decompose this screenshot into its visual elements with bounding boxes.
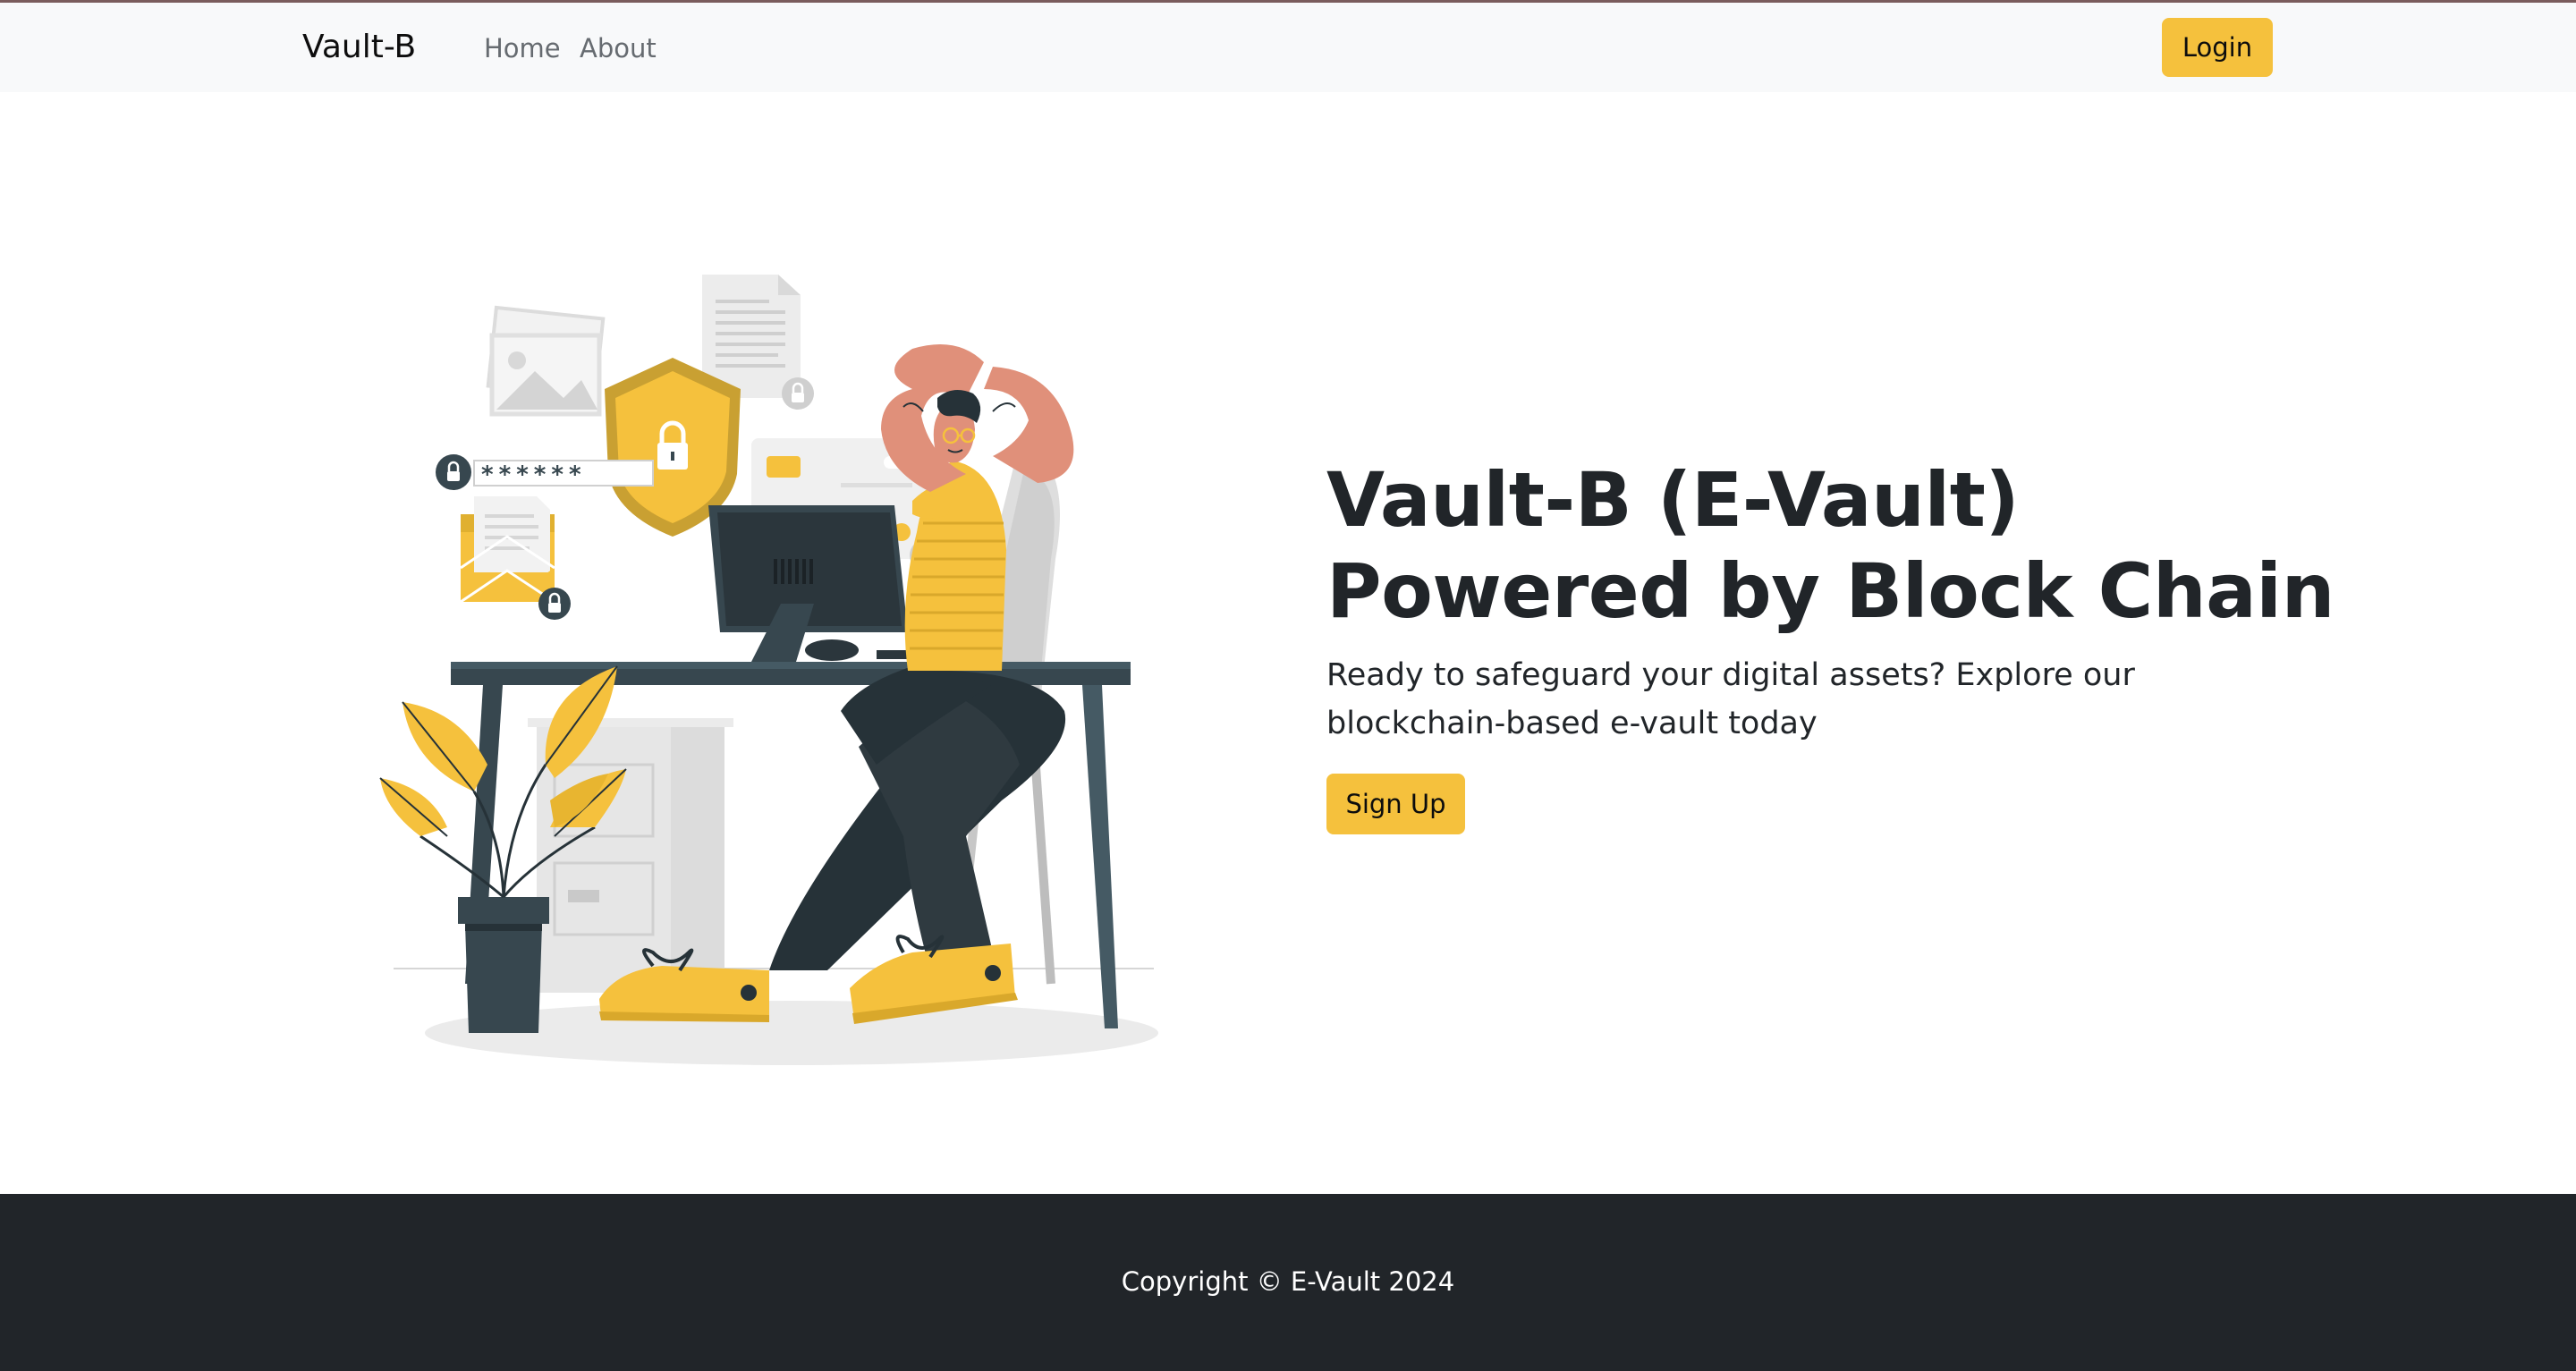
password-mask-text: ****** <box>481 461 587 488</box>
hero-title: Vault-B (E-Vault) Powered by Block Chain <box>1326 456 2334 635</box>
security-workspace-illustration: ****** <box>379 275 1158 1065</box>
login-button[interactable]: Login <box>2162 18 2273 77</box>
brand-logo-link[interactable]: Vault-B <box>302 28 416 67</box>
envelope-icon <box>460 496 571 620</box>
nav-link-home[interactable]: Home <box>484 31 561 65</box>
sign-up-button[interactable]: Sign Up <box>1326 774 1465 834</box>
person-legs <box>769 666 1066 970</box>
footer: Copyright © E-Vault 2024 <box>0 1194 2576 1371</box>
hero-subtitle: Ready to safeguard your digital assets? … <box>1326 657 2135 741</box>
image-frame-icon <box>486 305 606 417</box>
password-field-icon: ****** <box>436 454 654 490</box>
navbar: Vault-B Home About Login <box>0 3 2576 92</box>
nav-link-about[interactable]: About <box>580 31 657 65</box>
page: Vault-B Home About Login ****** Vault-B … <box>0 0 2576 1371</box>
footer-copyright: Copyright © E-Vault 2024 <box>1121 1266 1455 1297</box>
